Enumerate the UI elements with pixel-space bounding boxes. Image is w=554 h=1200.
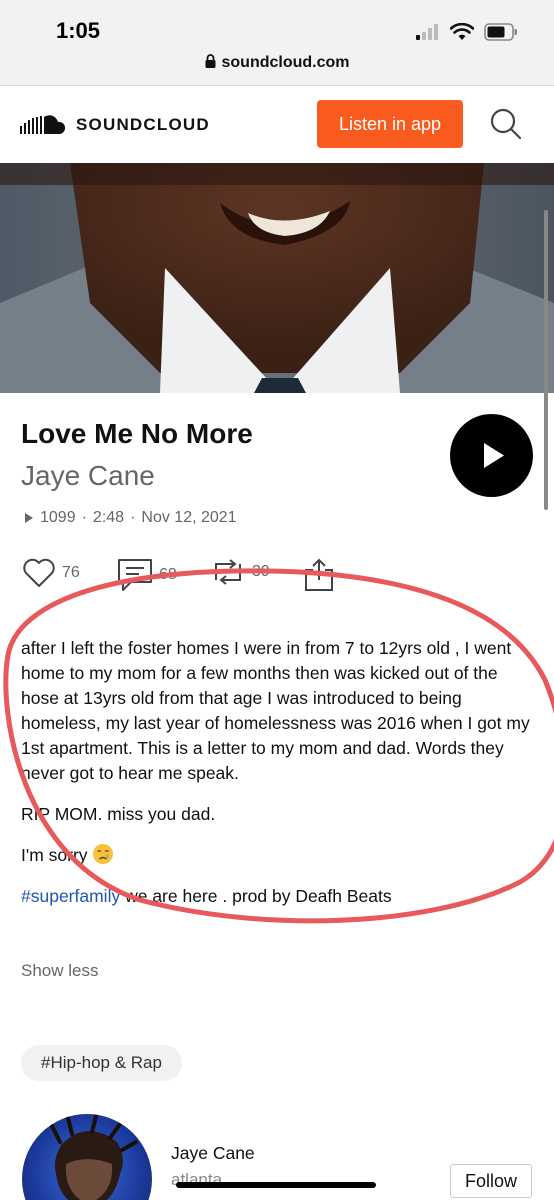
url-text: soundcloud.com [221,54,350,71]
track-description: after I left the foster homes I were in … [21,636,537,925]
track-artist[interactable]: Jaye Cane [21,460,155,492]
track-artwork [0,163,554,393]
meta-separator: · [81,509,87,526]
like-count: 76 [62,564,80,581]
hashtag-link[interactable]: #superfamily [21,886,120,906]
browser-status-area: 1:05 soundcloud.com [0,0,554,86]
user-name[interactable]: Jaye Cane [171,1143,255,1164]
comment-icon [118,559,152,591]
share-button[interactable] [304,558,334,592]
show-less-link[interactable]: Show less [21,961,98,981]
status-icons [416,20,518,44]
description-text: we are here . prod by Deafh Beats [120,886,392,906]
genre-tag[interactable]: #Hip-hop & Rap [21,1045,182,1081]
lock-icon [205,54,215,68]
repost-count: 39 [252,563,270,580]
play-button[interactable] [450,414,533,497]
description-text: I'm sorry [21,845,88,865]
logo-text: SOUNDCLOUD [76,115,210,134]
user-avatar[interactable] [22,1114,152,1200]
meta-separator: · [130,509,136,526]
play-count-icon [25,513,33,523]
like-button[interactable]: 76 [22,558,80,588]
home-indicator[interactable] [176,1182,376,1188]
search-button[interactable] [488,106,524,142]
wifi-icon [450,23,474,40]
comment-count: 68 [159,566,177,583]
repost-button[interactable]: 39 [210,558,270,586]
site-header: SOUNDCLOUD Listen in app [0,86,554,163]
search-icon [490,108,522,140]
heart-icon [23,558,55,587]
description-paragraph: #superfamily we are here . prod by Deafh… [21,884,537,909]
url-bar[interactable]: soundcloud.com [0,54,554,72]
track-date: Nov 12, 2021 [141,509,237,526]
soundcloud-cloud-icon [20,115,66,134]
track-duration: 2:48 [92,509,125,526]
crying-face-emoji-icon [93,844,114,864]
play-icon [484,443,504,468]
follow-button[interactable]: Follow [450,1164,532,1198]
page-scrollbar[interactable] [544,210,548,510]
track-meta: 1099 · 2:48 · Nov 12, 2021 [24,509,237,527]
share-icon [305,558,333,591]
description-paragraph: I'm sorry [21,843,537,868]
comment-button[interactable]: 68 [117,558,177,592]
status-clock: 1:05 [56,18,101,43]
repost-icon [215,559,241,585]
artwork-image [0,163,554,393]
battery-icon [484,23,517,41]
description-paragraph: after I left the foster homes I were in … [21,638,530,783]
avatar-image [50,1114,138,1200]
signal-icon [416,24,438,40]
listen-in-app-button[interactable]: Listen in app [317,100,463,148]
description-paragraph: RIP MOM. miss you dad. [21,804,216,824]
track-title: Love Me No More [21,418,253,449]
play-count: 1099 [40,509,76,526]
soundcloud-logo[interactable]: SOUNDCLOUD [20,114,210,136]
